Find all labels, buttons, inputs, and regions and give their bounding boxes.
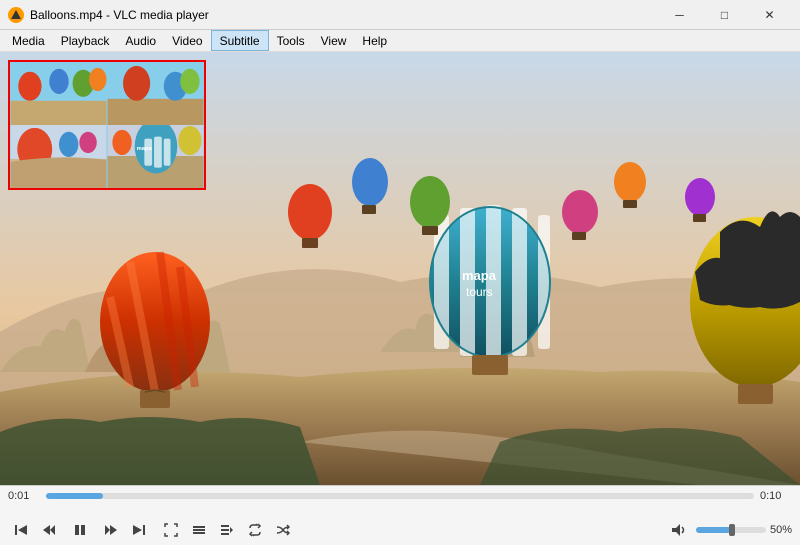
titlebar-controls[interactable]: ─ □ ✕ bbox=[657, 0, 792, 30]
controls-bar: 0:01 0:10 bbox=[0, 485, 800, 545]
playlist-button[interactable] bbox=[214, 519, 240, 541]
menu-audio[interactable]: Audio bbox=[117, 30, 164, 51]
current-time: 0:01 bbox=[8, 490, 40, 502]
playback-controls bbox=[8, 519, 296, 541]
video-area: mapa tours bbox=[0, 52, 800, 485]
menu-video[interactable]: Video bbox=[164, 30, 210, 51]
thumb-cell-3 bbox=[10, 125, 107, 188]
volume-label: 50% bbox=[770, 524, 792, 536]
menu-view[interactable]: View bbox=[313, 30, 355, 51]
vlc-icon bbox=[8, 7, 24, 23]
thumb-cell-4: mapa bbox=[107, 125, 204, 188]
volume-row: 50% bbox=[666, 519, 792, 541]
menu-media[interactable]: Media bbox=[4, 30, 53, 51]
progress-row: 0:01 0:10 bbox=[8, 490, 792, 502]
menu-tools[interactable]: Tools bbox=[269, 30, 313, 51]
next-button[interactable] bbox=[98, 519, 124, 541]
prev-button[interactable] bbox=[36, 519, 62, 541]
menu-help[interactable]: Help bbox=[354, 30, 395, 51]
extended-button[interactable] bbox=[186, 519, 212, 541]
loop-button[interactable] bbox=[242, 519, 268, 541]
buttons-row: 50% bbox=[8, 519, 792, 541]
menu-subtitle[interactable]: Subtitle bbox=[211, 30, 269, 51]
thumb-cell-2 bbox=[107, 62, 204, 125]
svg-text:mapa: mapa bbox=[462, 268, 497, 283]
play-pause-button[interactable] bbox=[64, 519, 96, 541]
close-button[interactable]: ✕ bbox=[747, 0, 792, 30]
titlebar: Balloons.mp4 - VLC media player ─ □ ✕ bbox=[0, 0, 800, 30]
volume-slider[interactable] bbox=[696, 523, 766, 537]
total-time: 0:10 bbox=[760, 490, 792, 502]
svg-text:tours: tours bbox=[466, 285, 493, 299]
thumbnail-overlay: mapa bbox=[8, 60, 206, 190]
progress-bar[interactable] bbox=[46, 493, 754, 499]
progress-fill bbox=[46, 493, 103, 499]
volume-icon[interactable] bbox=[666, 519, 692, 541]
window-title: Balloons.mp4 - VLC media player bbox=[30, 8, 209, 22]
menu-playback[interactable]: Playback bbox=[53, 30, 118, 51]
minimize-button[interactable]: ─ bbox=[657, 0, 702, 30]
random-button[interactable] bbox=[270, 519, 296, 541]
menubar: Media Playback Audio Video Subtitle Tool… bbox=[0, 30, 800, 52]
thumb-cell-1 bbox=[10, 62, 107, 125]
maximize-button[interactable]: □ bbox=[702, 0, 747, 30]
fullscreen-button[interactable] bbox=[158, 519, 184, 541]
skip-end-button[interactable] bbox=[126, 519, 152, 541]
svg-text:mapa: mapa bbox=[137, 146, 153, 152]
titlebar-left: Balloons.mp4 - VLC media player bbox=[8, 7, 209, 23]
skip-start-button[interactable] bbox=[8, 519, 34, 541]
